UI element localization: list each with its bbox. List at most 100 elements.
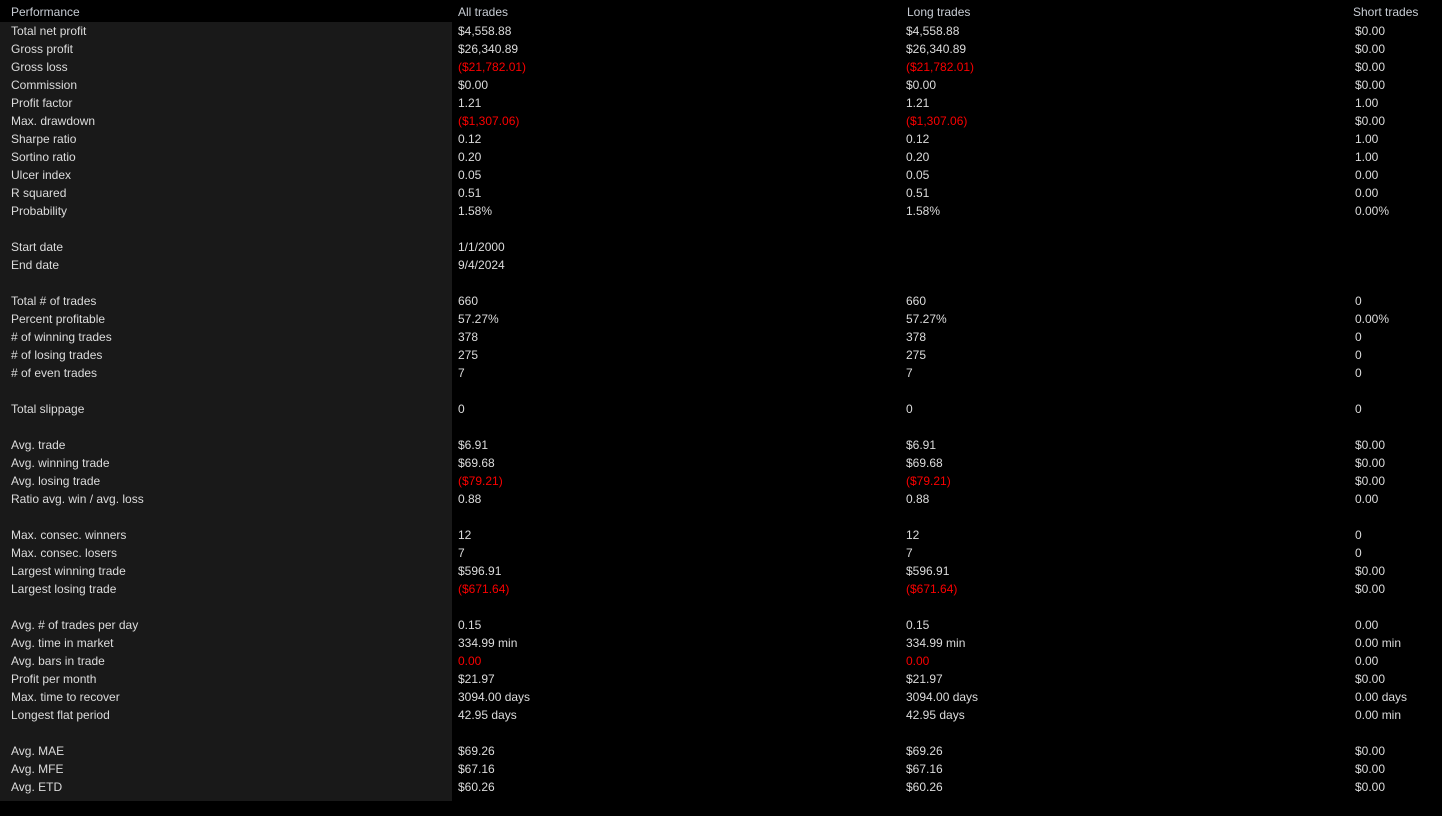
table-row-spacer: [0, 508, 1442, 526]
table-row[interactable]: Profit per month $21.97 $21.97 $0.00: [0, 670, 1442, 688]
row-cell-long-trades: $6.91: [906, 438, 937, 452]
row-cell-all-trades: $67.16: [458, 762, 495, 776]
table-row[interactable]: Avg. losing trade ($79.21) ($79.21) $0.00: [0, 472, 1442, 490]
row-cell-all-trades: $69.26: [458, 744, 495, 758]
row-cell-all-trades: 9/4/2024: [458, 258, 505, 272]
row-cell-all-trades: $26,340.89: [458, 42, 519, 56]
table-row[interactable]: Largest losing trade ($671.64) ($671.64) $0…: [0, 580, 1442, 598]
table-row[interactable]: Percent profitable 57.27% 57.27% 0.00%: [0, 310, 1442, 328]
row-cell-short-trades: $0.00: [1355, 60, 1386, 74]
table-row[interactable]: Ratio avg. win / avg. loss 0.88 0.88 0.00: [0, 490, 1442, 508]
row-cell-all-trades: 0.15: [458, 618, 482, 632]
row-cell-long-trades: 0.12: [906, 132, 930, 146]
table-row[interactable]: Max. drawdown ($1,307.06) ($1,307.06) $0.00: [0, 112, 1442, 130]
table-row[interactable]: Sharpe ratio 0.12 0.12 1.00: [0, 130, 1442, 148]
table-row[interactable]: Start date 1/1/2000: [0, 238, 1442, 256]
row-cell-label: Start date: [11, 240, 64, 254]
table-row[interactable]: Avg. MFE $67.16 $67.16 $0.00: [0, 760, 1442, 778]
table-row[interactable]: Largest winning trade $596.91 $596.91 $0.00: [0, 562, 1442, 580]
table-row[interactable]: # of even trades 7 7 0: [0, 364, 1442, 382]
row-cell-all-trades: 0.05: [458, 168, 482, 182]
row-cell-short-trades: 0: [1355, 546, 1362, 560]
table-row[interactable]: Total slippage 0 0 0: [0, 400, 1442, 418]
row-cell-label: Avg. MFE: [11, 762, 64, 776]
row-cell-all-trades: 57.27%: [458, 312, 499, 326]
row-cell-label: Commission: [11, 78, 78, 92]
row-cell-long-trades: 0.51: [906, 186, 930, 200]
row-cell-all-trades: 1/1/2000: [458, 240, 505, 254]
row-cell-short-trades: 0: [1355, 366, 1362, 380]
row-cell-short-trades: 0.00: [1355, 654, 1379, 668]
table-row[interactable]: Commission $0.00 $0.00 $0.00: [0, 76, 1442, 94]
row-cell-label: # of winning trades: [11, 330, 112, 344]
row-cell-all-trades: $596.91: [458, 564, 502, 578]
table-row[interactable]: Gross profit $26,340.89 $26,340.89 $0.00: [0, 40, 1442, 58]
row-cell-label: Largest losing trade: [11, 582, 117, 596]
row-cell-label: Sharpe ratio: [11, 132, 77, 146]
table-row[interactable]: End date 9/4/2024: [0, 256, 1442, 274]
table-row[interactable]: R squared 0.51 0.51 0.00: [0, 184, 1442, 202]
row-cell-label: # of even trades: [11, 366, 98, 380]
row-cell-short-trades: 0.00: [1355, 168, 1379, 182]
column-header-all-trades[interactable]: All trades: [458, 5, 508, 19]
column-header-long-trades[interactable]: Long trades: [907, 5, 970, 19]
table-row[interactable]: Gross loss ($21,782.01) ($21,782.01) $0.00: [0, 58, 1442, 76]
row-cell-label: End date: [11, 258, 60, 272]
row-cell-all-trades: 0.20: [458, 150, 482, 164]
table-row[interactable]: Probability 1.58% 1.58% 0.00%: [0, 202, 1442, 220]
row-cell-label: R squared: [11, 186, 67, 200]
column-header-performance[interactable]: Performance: [11, 5, 80, 19]
row-cell-long-trades: 334.99 min: [906, 636, 966, 650]
row-cell-label: Avg. # of trades per day: [11, 618, 139, 632]
table-row[interactable]: # of winning trades 378 378 0: [0, 328, 1442, 346]
table-row-spacer: [0, 382, 1442, 400]
row-cell-long-trades: 57.27%: [906, 312, 947, 326]
table-row[interactable]: Max. consec. winners 12 12 0: [0, 526, 1442, 544]
row-cell-short-trades: $0.00: [1355, 582, 1386, 596]
table-row[interactable]: Total # of trades 660 660 0: [0, 292, 1442, 310]
row-cell-label: Longest flat period: [11, 708, 110, 722]
row-cell-long-trades: ($79.21): [906, 474, 951, 488]
row-cell-long-trades: 0.05: [906, 168, 930, 182]
row-cell-short-trades: 0.00: [1355, 492, 1379, 506]
table-row[interactable]: Profit factor 1.21 1.21 1.00: [0, 94, 1442, 112]
row-cell-long-trades: $69.68: [906, 456, 943, 470]
row-cell-label: Sortino ratio: [11, 150, 76, 164]
row-cell-all-trades: $4,558.88: [458, 24, 512, 38]
row-cell-short-trades: $0.00: [1355, 42, 1386, 56]
row-cell-short-trades: $0.00: [1355, 672, 1386, 686]
column-header-short-trades[interactable]: Short trades: [1353, 5, 1418, 19]
table-row[interactable]: Ulcer index 0.05 0.05 0.00: [0, 166, 1442, 184]
row-cell-all-trades: 334.99 min: [458, 636, 518, 650]
table-row[interactable]: Avg. time in market 334.99 min 334.99 min 0…: [0, 634, 1442, 652]
row-cell-label: Largest winning trade: [11, 564, 126, 578]
row-cell-short-trades: $0.00: [1355, 456, 1386, 470]
row-cell-all-trades: 7: [458, 546, 465, 560]
row-cell-label: Avg. bars in trade: [11, 654, 105, 668]
row-cell-short-trades: 1.00: [1355, 150, 1379, 164]
table-row[interactable]: Avg. bars in trade 0.00 0.00 0.00: [0, 652, 1442, 670]
row-cell-all-trades: $69.68: [458, 456, 495, 470]
table-row[interactable]: Max. consec. losers 7 7 0: [0, 544, 1442, 562]
table-row[interactable]: Avg. winning trade $69.68 $69.68 $0.00: [0, 454, 1442, 472]
table-row[interactable]: Avg. trade $6.91 $6.91 $0.00: [0, 436, 1442, 454]
row-cell-short-trades: $0.00: [1355, 564, 1386, 578]
table-row[interactable]: Avg. ETD $60.26 $60.26 $0.00: [0, 778, 1442, 796]
row-cell-label: Profit per month: [11, 672, 97, 686]
table-row[interactable]: Max. time to recover 3094.00 days 3094.00 …: [0, 688, 1442, 706]
row-cell-long-trades: $21.97: [906, 672, 943, 686]
row-cell-label: Avg. trade: [11, 438, 66, 452]
table-row[interactable]: Avg. # of trades per day 0.15 0.15 0.00: [0, 616, 1442, 634]
table-row-spacer: [0, 724, 1442, 742]
table-row[interactable]: Total net profit $4,558.88 $4,558.88 $0.00: [0, 22, 1442, 40]
table-row[interactable]: Sortino ratio 0.20 0.20 1.00: [0, 148, 1442, 166]
table-row[interactable]: # of losing trades 275 275 0: [0, 346, 1442, 364]
row-cell-long-trades: 0.20: [906, 150, 930, 164]
table-body: Total net profit $4,558.88 $4,558.88 $0.00 G…: [0, 22, 1442, 796]
row-cell-long-trades: 3094.00 days: [906, 690, 979, 704]
row-cell-all-trades: 1.21: [458, 96, 482, 110]
row-cell-all-trades: 0.51: [458, 186, 482, 200]
row-cell-all-trades: 12: [458, 528, 472, 542]
table-row[interactable]: Avg. MAE $69.26 $69.26 $0.00: [0, 742, 1442, 760]
table-row[interactable]: Longest flat period 42.95 days 42.95 days 0…: [0, 706, 1442, 724]
